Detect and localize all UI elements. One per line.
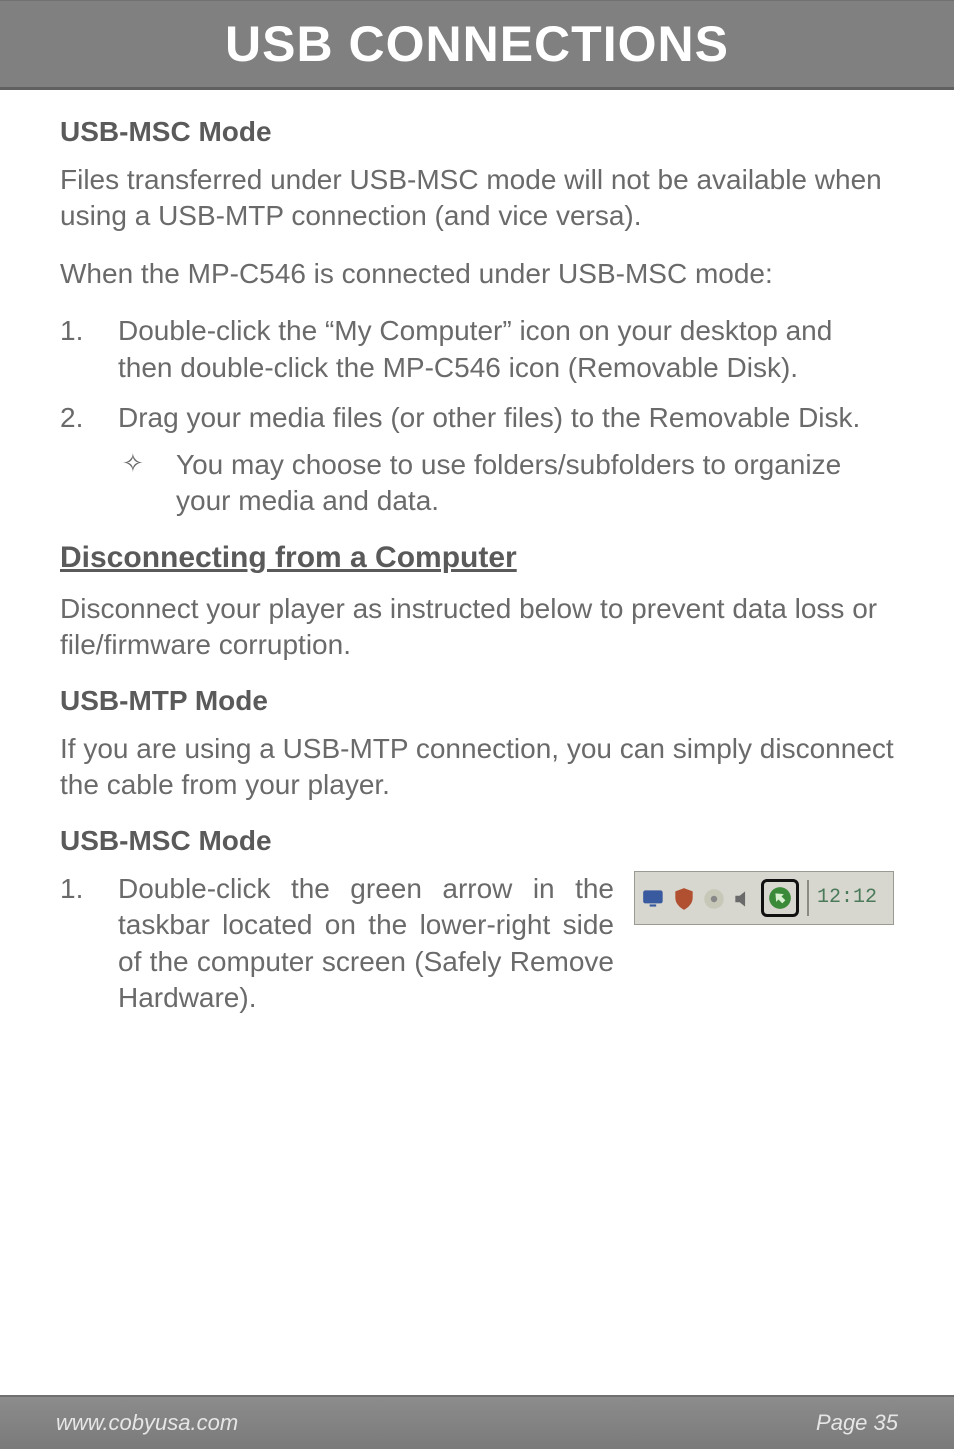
heading-usb-msc-mode: USB-MSC Mode [60,116,894,148]
sub-list-text: You may choose to use folders/subfolders… [176,447,894,520]
paragraph: Disconnect your player as instructed bel… [60,591,894,663]
heading-usb-mtp-mode: USB-MTP Mode [60,685,894,717]
paragraph: Files transferred under USB-MSC mode wil… [60,162,894,234]
list-item: 1. Double-click the “My Computer” icon o… [60,313,894,386]
tray-shield-icon [671,885,697,911]
list-number: 2. [60,400,118,519]
paragraph: When the MP-C546 is connected under USB-… [60,256,894,292]
tray-clock: 12:12 [817,885,877,911]
list-item: 1. Double-click the green arrow in the t… [60,871,894,1017]
list-text-inner: Drag your media files (or other files) t… [118,402,860,433]
tray-disc-icon [701,885,727,911]
ordered-list: 1. Double-click the “My Computer” icon o… [60,313,894,519]
ordered-list: 1. Double-click the green arrow in the t… [60,871,894,1017]
list-text: Drag your media files (or other files) t… [118,400,894,519]
taskbar-illustration: 12:12 [634,871,894,1017]
heading-disconnecting: Disconnecting from a Computer [60,541,894,575]
diamond-bullet-icon: ✧ [118,447,176,520]
tray-divider [807,880,809,916]
heading-usb-msc-mode-2: USB-MSC Mode [60,825,894,857]
paragraph: If you are using a USB-MTP connection, y… [60,731,894,803]
tray-speaker-icon [731,885,757,911]
sub-list: ✧ You may choose to use folders/subfolde… [118,447,894,520]
tray-monitor-icon [641,885,667,911]
footer: www.cobyusa.com Page 35 [0,1395,954,1449]
list-text: Double-click the green arrow in the task… [118,871,614,1017]
page-title: USB CONNECTIONS [225,15,729,73]
content: USB-MSC Mode Files transferred under USB… [0,90,954,1395]
list-body-with-image: Double-click the green arrow in the task… [118,871,894,1017]
header-band: USB CONNECTIONS [0,0,954,90]
system-tray: 12:12 [634,871,894,925]
sub-list-item: ✧ You may choose to use folders/subfolde… [118,447,894,520]
safely-remove-hardware-icon [761,879,799,917]
footer-url: www.cobyusa.com [56,1410,238,1436]
list-item: 2. Drag your media files (or other files… [60,400,894,519]
footer-page-number: Page 35 [816,1410,898,1436]
list-number: 1. [60,871,118,1017]
list-text: Double-click the “My Computer” icon on y… [118,313,894,386]
page: USB CONNECTIONS USB-MSC Mode Files trans… [0,0,954,1449]
list-number: 1. [60,313,118,386]
